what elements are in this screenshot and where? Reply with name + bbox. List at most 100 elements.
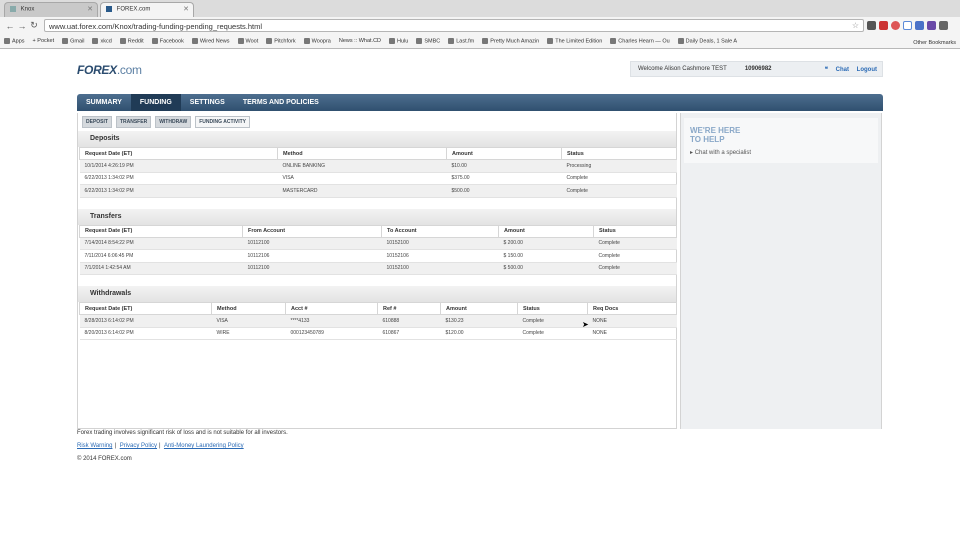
table-cell: $10.00 — [446, 159, 562, 173]
column-header[interactable]: Amount — [440, 302, 518, 315]
menu-icon[interactable] — [939, 21, 948, 30]
bookmark-icon — [547, 37, 554, 44]
back-arrow-icon[interactable]: ← — [4, 21, 16, 31]
forex-logo[interactable]: FOREX.com — [77, 63, 142, 77]
column-header[interactable]: Ref # — [377, 302, 441, 315]
column-header[interactable]: Req Docs — [587, 302, 677, 315]
bookmark-item[interactable]: xkcd — [92, 37, 112, 44]
help-box: WE'RE HERE TO HELP ▸ Chat with a special… — [684, 118, 878, 163]
extension-blue-icon[interactable] — [915, 21, 924, 30]
risk-disclaimer: Forex trading involves significant risk … — [77, 430, 288, 436]
table-cell: 610867 — [377, 327, 441, 340]
table-cell: Complete — [561, 172, 677, 185]
close-icon[interactable]: ✕ — [183, 5, 189, 13]
address-bar[interactable]: www.uat.forex.com/Knox/trading-funding-p… — [44, 19, 864, 32]
column-header[interactable]: Acct # — [285, 302, 378, 315]
bookmark-item[interactable]: Woot — [237, 37, 258, 44]
column-header[interactable]: Request Date (ET) — [79, 147, 278, 160]
bookmark-item[interactable]: Apps — [4, 37, 25, 44]
browser-tab-knox[interactable]: Knox ✕ — [4, 2, 98, 17]
extension-v-icon[interactable] — [903, 21, 912, 30]
aml-policy-link[interactable]: Anti-Money Laundering Policy — [164, 443, 244, 449]
table-cell: 10112106 — [242, 249, 382, 263]
bookmark-item[interactable]: Wired News — [191, 37, 230, 44]
column-header[interactable]: Status — [517, 302, 588, 315]
bookmark-item[interactable]: Pitchfork — [266, 37, 296, 44]
bookmarks-bar: Apps + Pocket Gmail xkcd Reddit Facebook… — [0, 34, 960, 48]
forward-arrow-icon[interactable]: → — [16, 21, 28, 31]
funding-sub-nav: DEPOSIT TRANSFER WITHDRAW FUNDING ACTIVI… — [78, 116, 676, 128]
nav-funding[interactable]: FUNDING — [130, 94, 181, 111]
table-cell: 000123450789 — [285, 327, 378, 340]
bookmark-item[interactable]: News :: What.CD — [339, 38, 381, 44]
help-title: WE'RE HERE TO HELP — [690, 126, 741, 144]
copyright: © 2014 FOREX.com — [77, 456, 132, 462]
column-header[interactable]: Request Date (ET) — [79, 224, 243, 238]
column-header[interactable]: Status — [593, 224, 677, 238]
bookmark-item[interactable]: Gmail — [62, 37, 84, 44]
table-cell: 8/28/2013 6:14:02 PM — [79, 314, 212, 328]
nav-settings[interactable]: SETTINGS — [181, 94, 234, 111]
table-cell: $130.23 — [440, 314, 518, 328]
column-header[interactable]: Status — [561, 147, 677, 160]
funding-content: DEPOSIT TRANSFER WITHDRAW FUNDING ACTIVI… — [77, 113, 677, 429]
settings-gear-icon[interactable] — [867, 21, 876, 30]
bookmark-item[interactable]: + Pocket — [33, 38, 55, 44]
bookmark-icon — [482, 37, 489, 44]
bookmark-item[interactable]: Pretty Much Amazin — [482, 37, 539, 44]
privacy-policy-link[interactable]: Privacy Policy — [120, 443, 157, 449]
extension-red-icon[interactable] — [879, 21, 888, 30]
close-icon[interactable]: ✕ — [87, 5, 93, 13]
reddit-icon — [119, 37, 126, 44]
other-bookmarks[interactable]: Other Bookmarks — [913, 40, 956, 46]
subtab-withdraw[interactable]: WITHDRAW — [155, 116, 192, 128]
browser-tab-forex[interactable]: FOREX.com ✕ — [100, 2, 194, 17]
table-header-row: Request Date (ET) Method Acct # Ref # Am… — [79, 302, 677, 315]
column-header[interactable]: To Account — [381, 224, 499, 238]
subtab-deposit[interactable]: DEPOSIT — [82, 116, 112, 128]
subtab-transfer[interactable]: TRANSFER — [115, 116, 152, 128]
chat-link[interactable]: ❝ Chat — [825, 67, 849, 73]
table-cell: Complete — [561, 184, 677, 198]
header-links: ❝ Chat Logout — [819, 66, 877, 73]
column-header[interactable]: Request Date (ET) — [79, 302, 212, 315]
bookmark-item[interactable]: The Limited Edition — [547, 37, 602, 44]
bookmark-item[interactable]: Facebook — [151, 37, 184, 44]
table-cell: $120.00 — [440, 327, 518, 340]
bookmark-item[interactable]: Reddit — [119, 37, 144, 44]
table-cell: $ 150.00 — [498, 249, 594, 263]
column-header[interactable]: From Account — [242, 224, 382, 238]
transfers-heading: Transfers — [78, 208, 676, 225]
column-header[interactable]: Amount — [446, 147, 562, 160]
logout-link[interactable]: Logout — [857, 67, 877, 73]
nav-terms-and-policies[interactable]: TERMS AND POLICIES — [234, 94, 328, 111]
footer-links: Risk Warning | Privacy Policy | Anti-Money… — [77, 443, 288, 449]
column-header[interactable]: Method — [277, 147, 447, 160]
knox-favicon-icon — [10, 6, 16, 12]
table-cell: 6/22/2013 1:34:02 PM — [79, 172, 278, 185]
risk-warning-link[interactable]: Risk Warning — [77, 443, 112, 449]
table-row: 7/1/2014 1:42:54 AM 10112100 10152100 $ … — [79, 262, 677, 275]
table-cell: 7/1/2014 1:42:54 AM — [79, 262, 243, 275]
extension-badge-icon[interactable] — [891, 21, 900, 30]
table-cell: MASTERCARD — [277, 184, 447, 198]
subtab-funding-activity[interactable]: FUNDING ACTIVITY — [195, 116, 251, 128]
bookmark-item[interactable]: Charles Hearn — Ou — [610, 37, 670, 44]
table-cell: 10112100 — [242, 237, 382, 250]
bookmark-item[interactable]: Daily Deals, 1 Sale A — [677, 37, 737, 44]
nav-summary[interactable]: SUMMARY — [77, 94, 131, 111]
column-header[interactable]: Method — [211, 302, 286, 315]
bookmark-star-icon[interactable]: ☆ — [852, 21, 859, 30]
table-cell: ONLINE BANKING — [277, 159, 447, 173]
reload-icon[interactable]: ↻ — [28, 20, 40, 31]
table-cell: Processing — [561, 159, 677, 173]
bookmark-item[interactable]: Last.fm — [448, 37, 474, 44]
bookmark-item[interactable]: Hulu — [389, 37, 408, 44]
extension-purple-icon[interactable] — [927, 21, 936, 30]
column-header[interactable]: Amount — [498, 224, 594, 238]
bookmark-item[interactable]: Woopra — [303, 37, 331, 44]
url-text[interactable]: www.uat.forex.com/Knox/trading-funding-p… — [49, 22, 262, 31]
bookmark-item[interactable]: SMBC — [416, 37, 440, 44]
chat-specialist-link[interactable]: ▸ Chat with a specialist — [690, 149, 872, 156]
woot-icon — [237, 37, 244, 44]
